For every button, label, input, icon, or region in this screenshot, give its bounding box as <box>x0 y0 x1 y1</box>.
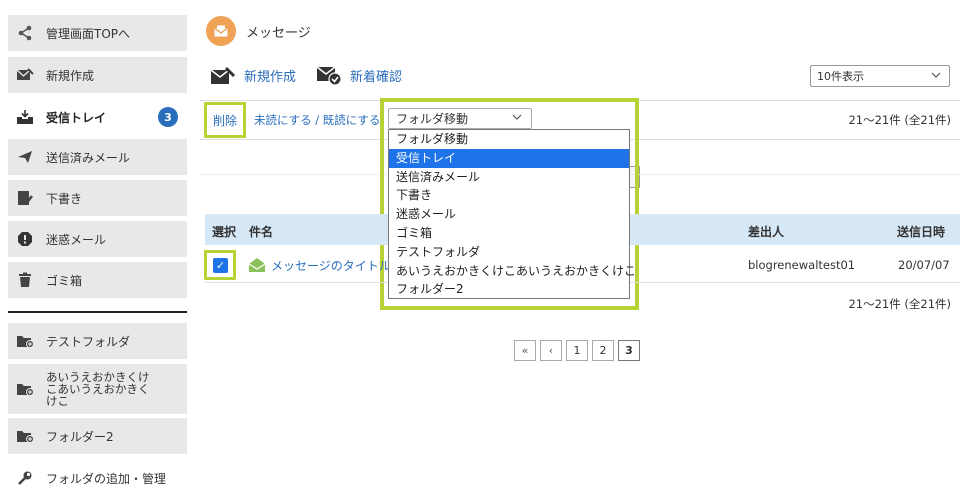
send-icon <box>16 148 34 166</box>
page-header: メッセージ <box>206 16 311 46</box>
sidebar-divider <box>8 311 187 313</box>
sidebar-item-admin-top[interactable]: 管理画面TOPへ <box>8 15 187 51</box>
pager-page-3[interactable]: 3 <box>618 340 640 361</box>
inbox-icon <box>16 108 34 126</box>
row-subject-link[interactable]: メッセージのタイトル <box>271 257 391 274</box>
sidebar-item-label: ゴミ箱 <box>46 273 83 288</box>
open-envelope-icon <box>248 257 266 273</box>
compose-button[interactable]: 新規作成 <box>210 63 296 87</box>
draft-icon <box>16 189 34 207</box>
sidebar-folder-test[interactable]: テストフォルダ <box>8 323 187 359</box>
sidebar-item-label: 迷惑メール <box>46 232 107 247</box>
sidebar-item-label: 新規作成 <box>46 68 95 83</box>
delete-button[interactable]: 削除 <box>204 102 246 138</box>
column-header-date[interactable]: 送信日時 <box>897 223 945 240</box>
sidebar-item-sent[interactable]: 送信済みメール <box>8 139 187 175</box>
pager-page-2[interactable]: 2 <box>592 340 614 361</box>
share-icon <box>16 24 34 42</box>
result-count-bottom: 21～21件 (全21件) <box>848 297 951 311</box>
sidebar-item-label: あいうえおかきくけこあいうえおかきくけこ <box>46 370 150 408</box>
folder-option[interactable]: フォルダー2 <box>389 280 629 299</box>
folder-option[interactable]: 送信済みメール <box>389 168 629 187</box>
sidebar-folder-aiueo[interactable]: あいうえおかきくけこあいうえおかきくけこ <box>8 364 187 414</box>
sidebar-item-label: 管理画面TOPへ <box>46 26 131 41</box>
sidebar-item-trash[interactable]: ゴミ箱 <box>8 262 187 298</box>
sidebar-item-inbox[interactable]: 受信トレイ 3 <box>8 99 187 135</box>
wrench-icon <box>16 469 34 487</box>
sidebar-item-label: 受信トレイ <box>46 110 107 125</box>
check-mail-icon <box>316 63 342 87</box>
compose-label: 新規作成 <box>244 69 297 85</box>
per-page-value: 10件表示 <box>817 70 864 83</box>
delete-label: 削除 <box>212 113 237 128</box>
folder-option[interactable]: ゴミ箱 <box>389 224 629 243</box>
folder-move-dropdown: フォルダ移動 受信トレイ 送信済みメール 下書き 迷惑メール ゴミ箱 テストフォルダ あいうえ… <box>388 129 636 299</box>
pagination: « ‹ 1 2 3 <box>514 340 644 361</box>
trash-icon <box>16 271 34 289</box>
sidebar-item-compose[interactable]: 新規作成 <box>8 57 187 93</box>
sidebar-folder-folder2[interactable]: フォルダー2 <box>8 418 187 454</box>
compose-icon <box>16 66 34 84</box>
pager-page-1[interactable]: 1 <box>566 340 588 361</box>
sidebar-item-label: 下書き <box>46 191 83 206</box>
unread-count-badge: 3 <box>158 107 178 127</box>
message-icon <box>206 16 236 46</box>
result-count-top: 21～21件 (全21件) <box>848 113 951 127</box>
sidebar-item-label: 送信済みメール <box>46 150 131 165</box>
folder-option[interactable]: 受信トレイ <box>389 148 629 168</box>
column-header-subject[interactable]: 件名 <box>249 223 273 240</box>
sidebar-folder-manage[interactable]: フォルダの追加・管理 <box>8 466 187 490</box>
folder-option[interactable]: フォルダ移動 <box>389 130 629 149</box>
pager-prev-button[interactable]: ‹ <box>540 340 562 361</box>
column-header-select: 選択 <box>212 225 237 239</box>
page-title: メッセージ <box>246 25 311 41</box>
folder-add-icon <box>16 332 34 350</box>
folder-add-icon <box>16 427 34 445</box>
folder-option[interactable]: 迷惑メール <box>389 205 629 224</box>
folder-move-select[interactable]: フォルダ移動 <box>388 108 532 129</box>
sidebar-item-label: フォルダの追加・管理 <box>46 471 167 486</box>
spam-icon <box>16 230 34 248</box>
folder-option[interactable]: あいうえおかきくけこあいうえおかきくけこ <box>389 262 636 281</box>
main-content: メッセージ 新規作成 新着確認 10件表示 削除 未読にする / 既読にする 2… <box>200 0 960 494</box>
sidebar-item-spam[interactable]: 迷惑メール <box>8 221 187 257</box>
check-new-button[interactable]: 新着確認 <box>316 63 402 87</box>
pager-first-button[interactable]: « <box>514 340 536 361</box>
folder-option[interactable]: テストフォルダ <box>389 243 629 262</box>
row-select-checkbox[interactable]: ✓ <box>213 258 228 273</box>
check-new-label: 新着確認 <box>350 69 403 85</box>
folder-move-value: フォルダ移動 <box>396 112 469 126</box>
column-header-sender[interactable]: 差出人 <box>748 223 784 240</box>
mark-read-unread-link[interactable]: 未読にする / 既読にする <box>254 112 380 128</box>
compose-icon <box>210 63 236 87</box>
sidebar-item-label: フォルダー2 <box>46 429 114 444</box>
sidebar-item-label: テストフォルダ <box>46 334 131 349</box>
folder-add-icon <box>16 380 34 398</box>
chevron-down-icon <box>931 71 941 82</box>
sidebar-item-drafts[interactable]: 下書き <box>8 180 187 216</box>
folder-option[interactable]: 下書き <box>389 186 629 205</box>
row-date: 20/07/07 <box>898 258 950 272</box>
row-sender: blogrenewaltest01 <box>748 258 856 272</box>
per-page-select[interactable]: 10件表示 <box>810 65 950 87</box>
chevron-down-icon <box>512 113 522 124</box>
toolbar: 新規作成 新着確認 <box>210 63 422 87</box>
